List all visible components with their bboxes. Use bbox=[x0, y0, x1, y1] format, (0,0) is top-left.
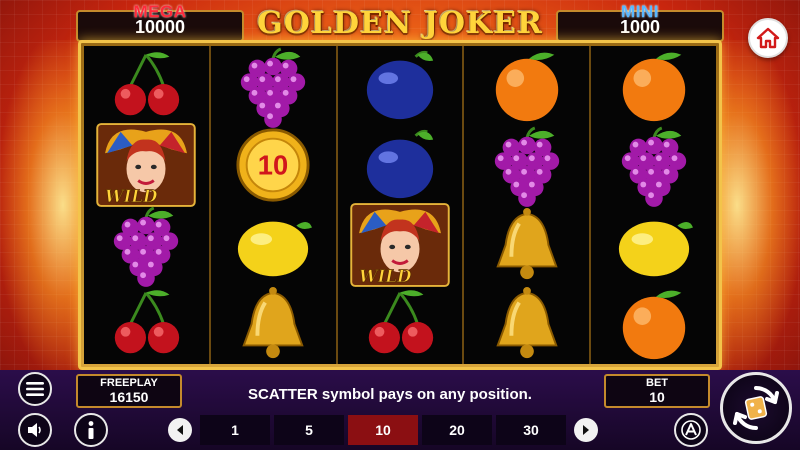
symbol-orange bbox=[464, 46, 589, 126]
mini-jackpot: MINI 1000 bbox=[556, 2, 724, 42]
spin-icon bbox=[733, 386, 779, 430]
chevron-right-icon bbox=[583, 425, 589, 435]
lines-prev-button[interactable] bbox=[168, 418, 192, 442]
freeplay-box: FREEPLAY 16150 bbox=[76, 374, 182, 408]
lines-option-30[interactable]: 30 bbox=[496, 415, 566, 445]
symbol-joker-wild: WILD bbox=[84, 123, 209, 208]
symbol-lemon bbox=[591, 205, 716, 285]
cherry-icon bbox=[115, 52, 180, 115]
symbol-plum bbox=[338, 46, 463, 126]
symbol-orange bbox=[591, 46, 716, 126]
joker-wild-icon: WILD bbox=[96, 123, 197, 208]
home-button[interactable] bbox=[748, 18, 788, 58]
symbol-plum bbox=[338, 126, 463, 206]
spin-button[interactable] bbox=[720, 372, 792, 444]
orange-icon bbox=[622, 52, 685, 121]
bet-value: 10 bbox=[649, 389, 665, 405]
symbol-grapes bbox=[464, 126, 589, 208]
grapes-icon bbox=[114, 206, 179, 287]
lines-selector: 1 5 10 20 30 bbox=[164, 414, 618, 446]
symbol-cherry bbox=[84, 285, 209, 365]
reel-5 bbox=[591, 46, 716, 364]
lines-option-10[interactable]: 10 bbox=[348, 415, 418, 445]
joker-wild-icon: WILD bbox=[350, 202, 450, 287]
lemon-icon bbox=[238, 221, 313, 276]
reel-2: 10 bbox=[211, 46, 338, 364]
plum-icon bbox=[366, 130, 434, 199]
bet-label: BET bbox=[646, 377, 668, 389]
symbol-bell bbox=[211, 285, 336, 365]
wild-text: WILD bbox=[105, 186, 158, 206]
speaker-icon bbox=[28, 423, 41, 437]
lines-option-20[interactable]: 20 bbox=[422, 415, 492, 445]
cherry-icon bbox=[368, 290, 434, 354]
cherry-icon bbox=[115, 290, 180, 354]
lines-option-5[interactable]: 5 bbox=[274, 415, 344, 445]
mega-jackpot: MEGA 10000 bbox=[76, 2, 244, 42]
symbol-grapes bbox=[211, 46, 336, 128]
info-button[interactable] bbox=[74, 413, 108, 447]
orange-icon bbox=[495, 52, 558, 121]
lines-option-1[interactable]: 1 bbox=[200, 415, 270, 445]
sound-button[interactable] bbox=[18, 413, 52, 447]
status-message: SCATTER symbol pays on any position. bbox=[248, 386, 532, 403]
freeplay-value: 16150 bbox=[109, 389, 149, 405]
bell-icon bbox=[496, 207, 558, 279]
background-glow-left bbox=[0, 40, 90, 370]
reels-frame: WILD 10 WILD bbox=[78, 40, 722, 370]
symbol-orange bbox=[591, 285, 716, 365]
info-icon bbox=[88, 421, 94, 439]
coin-10-icon: 10 bbox=[236, 128, 310, 202]
mini-jackpot-value: 1000 bbox=[619, 17, 661, 37]
home-icon bbox=[756, 27, 780, 49]
autoplay-button[interactable] bbox=[674, 413, 708, 447]
bet-box: BET 10 bbox=[604, 374, 710, 408]
wild-text: WILD bbox=[359, 266, 412, 286]
symbol-cherry bbox=[84, 46, 209, 126]
lines-next-button[interactable] bbox=[574, 418, 598, 442]
hamburger-menu-icon bbox=[26, 382, 44, 396]
autoplay-icon bbox=[681, 420, 701, 440]
grapes-icon bbox=[621, 126, 686, 208]
plum-icon bbox=[366, 50, 434, 119]
menu-button[interactable] bbox=[18, 372, 52, 406]
lines-options: 1 5 10 20 30 bbox=[200, 415, 566, 445]
coin-value-text: 10 bbox=[258, 150, 288, 181]
symbol-lemon bbox=[211, 205, 336, 285]
orange-icon bbox=[622, 290, 685, 360]
mega-jackpot-value: 10000 bbox=[134, 17, 186, 37]
symbol-coin-10: 10 bbox=[211, 126, 336, 206]
symbol-bell bbox=[464, 285, 589, 365]
reel-3: WILD bbox=[338, 46, 465, 364]
symbol-joker-wild: WILD bbox=[338, 202, 463, 287]
symbol-grapes bbox=[84, 205, 209, 287]
bell-icon bbox=[496, 287, 558, 359]
bell-icon bbox=[242, 287, 304, 359]
background-glow-right bbox=[710, 40, 800, 370]
reel-1: WILD bbox=[84, 46, 211, 364]
freeplay-label: FREEPLAY bbox=[100, 377, 158, 389]
reels-area[interactable]: WILD 10 WILD bbox=[84, 46, 716, 364]
chevron-left-icon bbox=[177, 425, 183, 435]
symbol-bell bbox=[464, 205, 589, 285]
grapes-icon bbox=[494, 126, 559, 208]
symbol-grapes bbox=[591, 126, 716, 208]
lemon-icon bbox=[618, 221, 693, 276]
symbol-cherry bbox=[338, 285, 463, 365]
grapes-icon bbox=[241, 47, 306, 128]
reel-4 bbox=[464, 46, 592, 365]
